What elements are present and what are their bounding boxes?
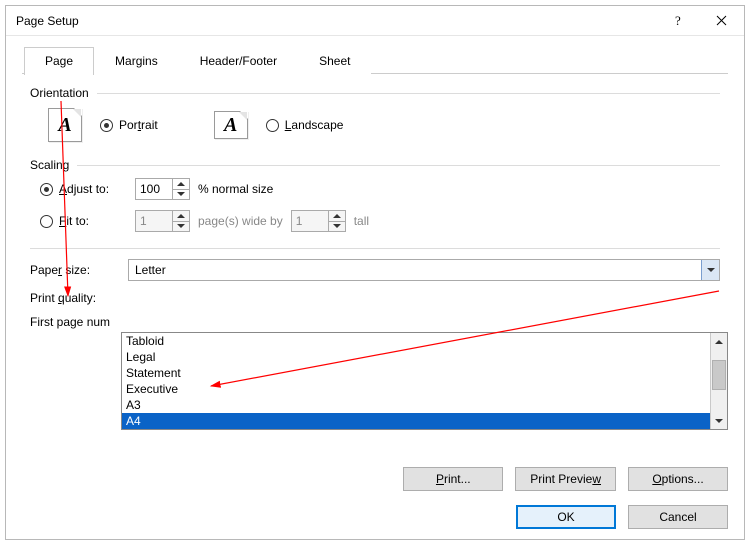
print-quality-label: Print quality: bbox=[30, 291, 120, 305]
close-button[interactable] bbox=[699, 6, 744, 36]
group-scaling: Scaling bbox=[30, 158, 720, 172]
first-page-number-row: First page num bbox=[30, 315, 720, 329]
page-setup-dialog: Page Setup ? Page Margins Header/Footer … bbox=[5, 5, 745, 540]
action-buttons-row: Print... Print Preview Options... bbox=[403, 467, 728, 491]
radio-adjust-to[interactable]: Adjust to: bbox=[40, 182, 127, 196]
fit-tall-input[interactable] bbox=[292, 211, 328, 231]
group-scaling-title: Scaling bbox=[30, 158, 77, 172]
radio-dot-icon bbox=[100, 119, 113, 132]
portrait-page-icon: A bbox=[48, 108, 82, 142]
landscape-page-icon: A bbox=[214, 111, 248, 139]
fit-wide-spinner[interactable] bbox=[135, 210, 190, 232]
paper-size-dropdown[interactable]: Tabloid Legal Statement Executive A3 A4 bbox=[121, 332, 728, 430]
list-item[interactable]: Tabloid bbox=[122, 333, 710, 349]
paper-size-row: Paper size: Letter bbox=[30, 259, 720, 281]
list-item[interactable]: A3 bbox=[122, 397, 710, 413]
print-preview-button[interactable]: Print Preview bbox=[515, 467, 616, 491]
scaling-fit-row: Fit to: page(s) wide by bbox=[40, 210, 716, 232]
list-item[interactable]: Statement bbox=[122, 365, 710, 381]
fit-wide-input[interactable] bbox=[136, 211, 172, 231]
commit-buttons-row: OK Cancel bbox=[516, 505, 728, 529]
group-orientation-title: Orientation bbox=[30, 86, 97, 100]
tab-panel-page: Orientation A Portrait A Landscape Scali… bbox=[22, 74, 728, 329]
options-button[interactable]: Options... bbox=[628, 467, 728, 491]
tabstrip: Page Margins Header/Footer Sheet bbox=[22, 47, 728, 75]
cancel-button[interactable]: Cancel bbox=[628, 505, 728, 529]
chevron-down-icon bbox=[707, 268, 715, 272]
dropdown-scrollbar[interactable] bbox=[710, 333, 727, 429]
radio-dot-icon bbox=[40, 183, 53, 196]
spin-down-icon[interactable] bbox=[173, 189, 189, 200]
spin-up-icon[interactable] bbox=[173, 179, 189, 189]
dropdown-list: Tabloid Legal Statement Executive A3 A4 bbox=[122, 333, 710, 429]
window-title: Page Setup bbox=[16, 14, 654, 28]
ok-button[interactable]: OK bbox=[516, 505, 616, 529]
print-button[interactable]: Print... bbox=[403, 467, 503, 491]
tab-margins[interactable]: Margins bbox=[94, 47, 179, 75]
scroll-track[interactable] bbox=[711, 350, 727, 412]
tab-header-footer[interactable]: Header/Footer bbox=[179, 47, 298, 75]
scaling-rows: Adjust to: % normal size Fit to: bbox=[30, 172, 720, 244]
first-page-number-label: First page num bbox=[30, 315, 110, 329]
scroll-up-icon[interactable] bbox=[711, 333, 727, 350]
scaling-adjust-row: Adjust to: % normal size bbox=[40, 178, 716, 200]
radio-empty-icon bbox=[266, 119, 279, 132]
fit-post-label: tall bbox=[354, 214, 369, 228]
combo-dropdown-button[interactable] bbox=[701, 260, 719, 280]
list-item[interactable]: A4 bbox=[122, 413, 710, 429]
list-item[interactable]: Legal bbox=[122, 349, 710, 365]
tab-sheet[interactable]: Sheet bbox=[298, 47, 371, 75]
tab-page[interactable]: Page bbox=[24, 47, 94, 75]
radio-empty-icon bbox=[40, 215, 53, 228]
group-orientation: Orientation bbox=[30, 86, 720, 100]
adjust-percent-input[interactable] bbox=[136, 179, 172, 199]
paper-size-label: Paper size: bbox=[30, 263, 120, 277]
print-quality-row: Print quality: bbox=[30, 291, 720, 305]
paper-size-value: Letter bbox=[129, 260, 701, 280]
separator bbox=[30, 248, 720, 249]
paper-size-combo[interactable]: Letter bbox=[128, 259, 720, 281]
dialog-content: Page Margins Header/Footer Sheet Orienta… bbox=[6, 36, 744, 541]
spin-up-icon[interactable] bbox=[329, 211, 345, 221]
titlebar: Page Setup ? bbox=[6, 6, 744, 36]
orientation-row: A Portrait A Landscape bbox=[30, 100, 720, 158]
adjust-percent-spinner[interactable] bbox=[135, 178, 190, 200]
svg-text:?: ? bbox=[675, 14, 681, 28]
list-item[interactable]: Executive bbox=[122, 381, 710, 397]
fit-tall-spinner[interactable] bbox=[291, 210, 346, 232]
scroll-thumb[interactable] bbox=[712, 360, 726, 390]
help-button[interactable]: ? bbox=[654, 6, 699, 36]
spin-up-icon[interactable] bbox=[173, 211, 189, 221]
adjust-post-label: % normal size bbox=[198, 182, 273, 196]
radio-portrait[interactable]: Portrait bbox=[100, 118, 158, 132]
scroll-down-icon[interactable] bbox=[711, 412, 727, 429]
spin-down-icon[interactable] bbox=[329, 221, 345, 232]
radio-fit-to[interactable]: Fit to: bbox=[40, 214, 127, 228]
spin-down-icon[interactable] bbox=[173, 221, 189, 232]
fit-mid-label: page(s) wide by bbox=[198, 214, 283, 228]
radio-landscape[interactable]: Landscape bbox=[266, 118, 344, 132]
